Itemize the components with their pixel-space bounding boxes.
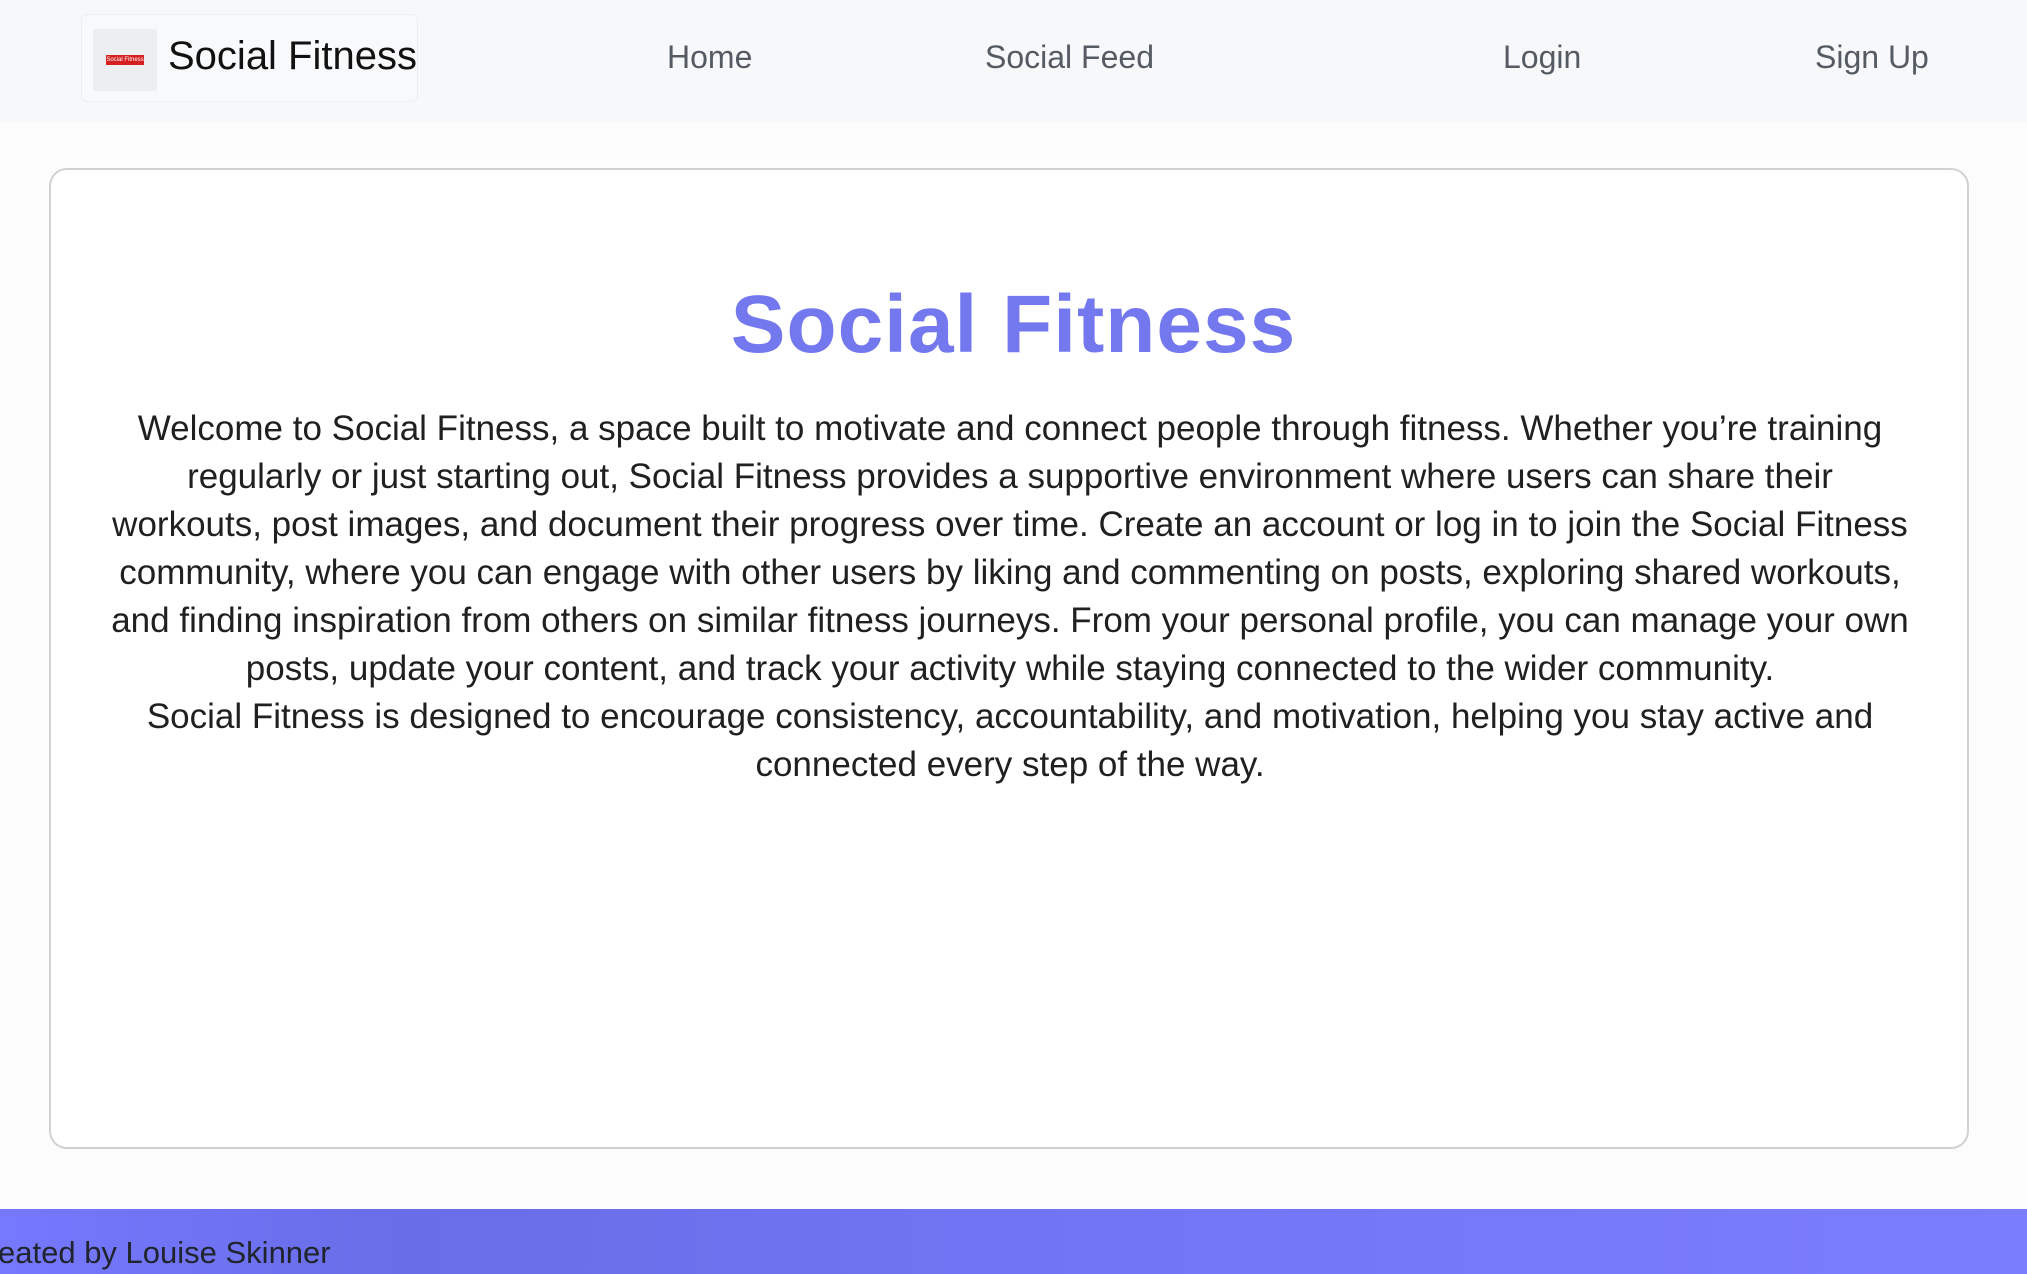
brand-name: Social Fitness bbox=[168, 34, 417, 78]
nav-sign-up-link[interactable]: Sign Up bbox=[1815, 37, 1929, 77]
nav-home-link[interactable]: Home bbox=[667, 37, 752, 77]
footer-credit: eated by Louise Skinner bbox=[0, 1235, 331, 1270]
page-title: Social Fitness bbox=[730, 278, 1297, 370]
social-fitness-logo: Social Fitness bbox=[93, 29, 157, 91]
top-navbar: Social Fitness Social Fitness Home Socia… bbox=[0, 0, 2027, 121]
nav-login-link[interactable]: Login bbox=[1503, 37, 1581, 77]
nav-social-feed-link[interactable]: Social Feed bbox=[985, 37, 1154, 77]
intro-paragraph-2: Social Fitness is designed to encourage … bbox=[146, 697, 1874, 784]
footer: eated by Louise Skinner bbox=[0, 1209, 2027, 1274]
intro-text: Welcome to Social Fitness, a space built… bbox=[110, 405, 1910, 789]
logo-badge-text: Social Fitness bbox=[106, 55, 144, 65]
brand-link[interactable]: Social Fitness Social Fitness bbox=[81, 14, 418, 102]
intro-paragraph-1: Welcome to Social Fitness, a space built… bbox=[111, 409, 1909, 688]
